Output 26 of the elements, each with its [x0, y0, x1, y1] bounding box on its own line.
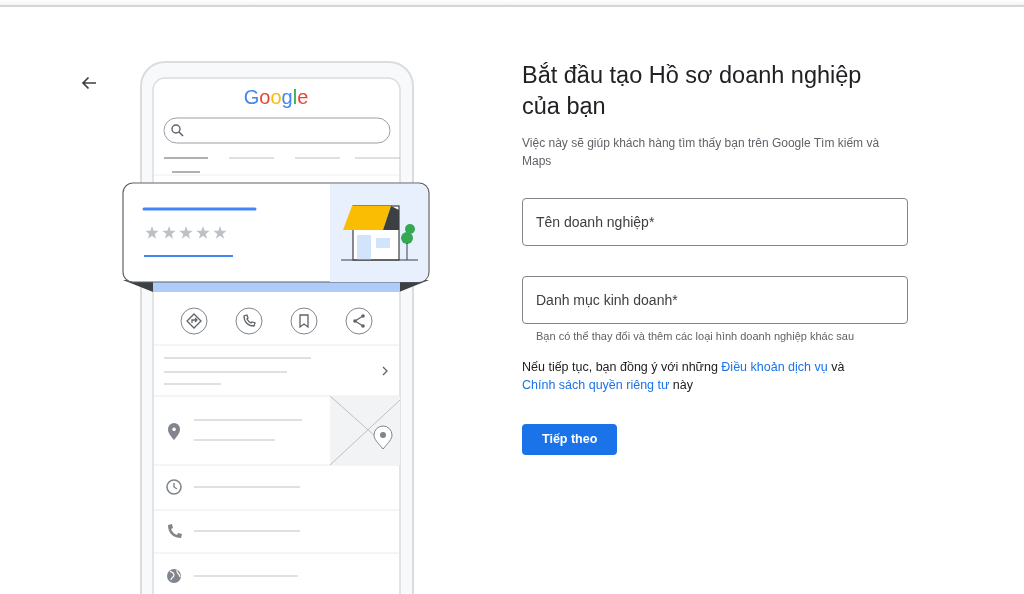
google-logo: Google: [243, 86, 309, 108]
star-icon: [179, 226, 193, 239]
terms-text: Nếu tiếp tục, bạn đồng ý với những Điều khoản dịch vụ và Chính sách quyền riêng tư này: [522, 358, 846, 394]
helper-text: Bạn có thể thay đổi và thêm các loại hình doanh nghiệp khác sau: [536, 329, 855, 344]
terms-link[interactable]: Điều khoản dịch vụ: [721, 359, 828, 374]
page-title: Bắt đầu tạo Hồ sơ doanh nghiệp của bạn: [522, 61, 863, 121]
directions-icon: [180, 307, 208, 335]
next-button[interactable]: Tiếp theo: [522, 423, 618, 455]
input-field[interactable]: Tên doanh nghiệp*: [522, 198, 908, 246]
clock-icon: [166, 479, 182, 495]
terms-link[interactable]: Chính sách quyền riêng tư: [522, 377, 670, 392]
star-icon: [162, 226, 176, 239]
back-arrow-icon: [81, 75, 97, 91]
phone-icon: [168, 524, 182, 538]
phone-icon: [235, 307, 263, 335]
star-icon: [196, 226, 210, 239]
location-pin-icon: [168, 423, 180, 440]
star-icon: [145, 226, 159, 239]
map-pin-icon: [373, 425, 393, 450]
chevron-icon: [382, 366, 388, 376]
share-icon: [345, 307, 373, 335]
subtitle: Việc này sẽ giúp khách hàng tìm thấy bạn trên Google Tìm kiếm và Maps: [522, 135, 881, 170]
star-icon: [213, 226, 227, 239]
bookmark-icon: [290, 307, 318, 335]
input-field[interactable]: Danh mục kinh doanh*: [522, 276, 908, 324]
search-icon: [171, 124, 184, 137]
